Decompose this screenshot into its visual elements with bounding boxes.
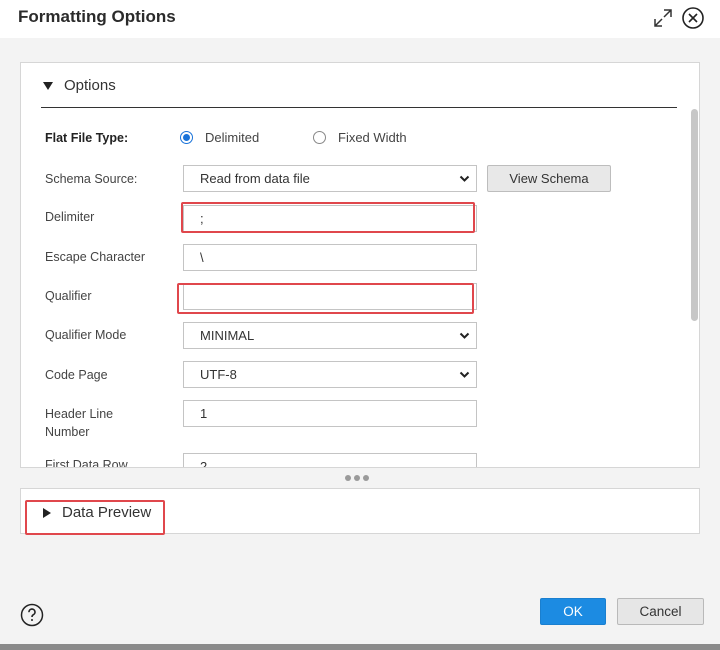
triangle-down-icon: [43, 81, 53, 90]
resize-dot: [363, 475, 369, 481]
header-line-number-label: Header Line Number: [45, 405, 113, 441]
header-line-number-input[interactable]: 1: [183, 400, 477, 427]
radio-delimited[interactable]: Delimited: [180, 130, 259, 145]
close-icon[interactable]: [681, 6, 705, 30]
options-scrollbar[interactable]: [691, 109, 698, 321]
delimiter-highlight: [181, 202, 475, 233]
chevron-down-icon: [459, 371, 470, 378]
resize-dot: [354, 475, 360, 481]
schema-source-value: Read from data file: [200, 171, 310, 186]
expand-icon[interactable]: [652, 7, 674, 29]
code-page-label: Code Page: [45, 368, 108, 382]
view-schema-button[interactable]: View Schema: [487, 165, 611, 192]
dialog-title: Formatting Options: [18, 7, 176, 26]
window-bottom-edge: [0, 644, 720, 650]
section-divider: [41, 107, 677, 108]
dialog-header: Formatting Options: [0, 0, 720, 38]
escape-character-input[interactable]: \: [183, 244, 477, 271]
schema-source-select[interactable]: Read from data file: [183, 165, 477, 192]
chevron-down-icon: [459, 332, 470, 339]
resize-dot: [345, 475, 351, 481]
radio-selected-indicator: [180, 131, 193, 144]
first-data-row-input[interactable]: 2: [183, 453, 477, 467]
header-line-number-label-line2: Number: [45, 425, 90, 439]
schema-source-label: Schema Source:: [45, 172, 138, 186]
radio-fixed-width-label: Fixed Width: [338, 130, 407, 145]
radio-fixed-width[interactable]: Fixed Width: [313, 130, 407, 145]
help-icon[interactable]: [20, 603, 44, 627]
first-data-row-label: First Data Row: [45, 458, 128, 468]
panel-resize-handle[interactable]: [345, 475, 369, 481]
qualifier-mode-select[interactable]: MINIMAL: [183, 322, 477, 349]
qualifier-label: Qualifier: [45, 289, 92, 303]
qualifier-highlight: [177, 283, 474, 314]
options-panel: Options Flat File Type: Delimited Fixed …: [20, 62, 700, 468]
qualifier-mode-label: Qualifier Mode: [45, 328, 127, 342]
chevron-down-icon: [459, 175, 470, 182]
code-page-value: UTF-8: [200, 367, 237, 382]
code-page-select[interactable]: UTF-8: [183, 361, 477, 388]
escape-character-label: Escape Character: [45, 250, 146, 264]
options-section-toggle[interactable]: Options: [43, 77, 116, 94]
qualifier-mode-value: MINIMAL: [200, 328, 255, 343]
header-line-number-label-line1: Header Line: [45, 407, 114, 421]
radio-delimited-label: Delimited: [205, 130, 260, 145]
data-preview-highlight: [25, 500, 165, 535]
cancel-button[interactable]: Cancel: [617, 598, 704, 625]
delimiter-label: Delimiter: [45, 210, 95, 224]
options-section-label: Options: [64, 77, 116, 94]
radio-unselected-indicator: [313, 131, 326, 144]
ok-button[interactable]: OK: [540, 598, 606, 625]
flat-file-type-label: Flat File Type:: [45, 131, 129, 145]
